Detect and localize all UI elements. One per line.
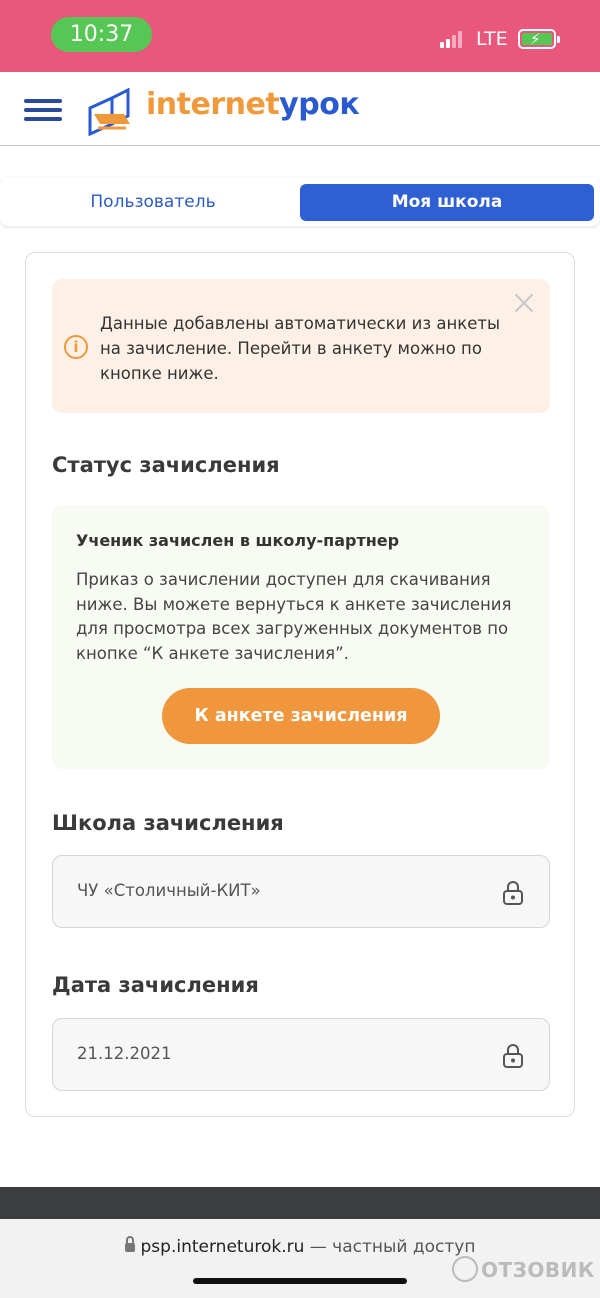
- site-header: internetурок: [0, 72, 600, 146]
- lock-icon: [503, 1044, 523, 1068]
- browser-bar: psp.interneturok.ru — частный доступ ОТЗ…: [0, 1219, 600, 1298]
- school-title: Школа зачисления: [52, 811, 284, 835]
- school-value: ЧУ «Столичный-КИТ»: [77, 881, 261, 900]
- signal-icon: [440, 30, 466, 48]
- info-icon: i: [64, 335, 88, 359]
- enrollment-status-title: Статус зачисления: [52, 453, 280, 477]
- date-field: 21.12.2021: [52, 1018, 550, 1091]
- address-bar[interactable]: psp.interneturok.ru — частный доступ: [0, 1236, 600, 1257]
- enrollment-status-box: Ученик зачислен в школу-партнер Приказ о…: [52, 505, 550, 769]
- school-card: i Данные добавлены автоматически из анке…: [25, 252, 575, 1117]
- logo-icon: [88, 87, 130, 136]
- logo[interactable]: internetурок: [146, 87, 360, 122]
- date-value: 21.12.2021: [77, 1044, 172, 1063]
- lock-icon: [503, 881, 523, 905]
- home-indicator[interactable]: [193, 1278, 407, 1284]
- info-notice: i Данные добавлены автоматически из анке…: [52, 279, 550, 413]
- school-field: ЧУ «Столичный-КИТ»: [52, 855, 550, 928]
- menu-icon[interactable]: [24, 99, 62, 121]
- padlock-icon: [124, 1236, 135, 1252]
- tab-my-school[interactable]: Моя школа: [300, 184, 594, 221]
- battery-icon: ⚡: [518, 29, 560, 49]
- close-icon[interactable]: [512, 291, 536, 315]
- status-bar: 10:37 LTE ⚡: [0, 0, 600, 72]
- date-title: Дата зачисления: [52, 973, 259, 997]
- tab-user[interactable]: Пользователь: [6, 184, 300, 221]
- go-to-application-button[interactable]: К анкете зачисления: [162, 688, 440, 744]
- network-type: LTE: [476, 28, 508, 50]
- status-description: Приказ о зачислении доступен для скачива…: [76, 570, 512, 663]
- url-suffix: — частный доступ: [304, 1237, 476, 1257]
- watermark: ОТЗОВИК: [452, 1256, 595, 1282]
- status-headline: Ученик зачислен в школу-партнер: [76, 531, 400, 550]
- url-domain: psp.interneturok.ru: [140, 1237, 305, 1257]
- notice-text: Данные добавлены автоматически из анкеты…: [100, 314, 501, 383]
- tab-bar: Пользователь Моя школа: [0, 178, 600, 226]
- status-time: 10:37: [51, 17, 152, 52]
- page-footer: [0, 1187, 600, 1219]
